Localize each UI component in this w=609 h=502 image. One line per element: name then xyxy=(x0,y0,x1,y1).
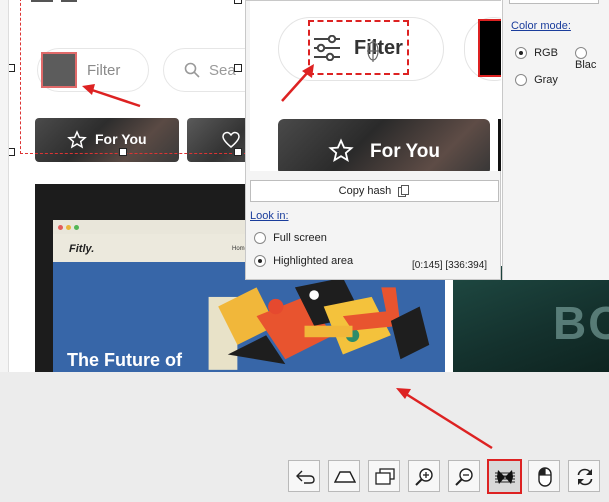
site-logo: Fitly. xyxy=(69,243,95,255)
selection-rectangle[interactable] xyxy=(20,0,247,154)
left-window-edge xyxy=(0,0,9,372)
zoom-in-button[interactable] xyxy=(408,460,440,492)
side-card[interactable]: BO xyxy=(453,266,609,372)
refresh-icon xyxy=(577,468,593,486)
preview-tile-label: For You xyxy=(370,141,441,162)
zoom-out-button[interactable] xyxy=(448,460,480,492)
windows-button[interactable] xyxy=(368,460,400,492)
mouse-button[interactable] xyxy=(528,460,560,492)
refresh-button[interactable] xyxy=(568,460,600,492)
rgb-option[interactable]: RGB xyxy=(515,47,558,60)
radio-button[interactable] xyxy=(515,47,527,60)
zoom-preview: Filter For You xyxy=(250,1,501,171)
resize-handle[interactable] xyxy=(234,64,242,72)
hash-button[interactable] xyxy=(487,459,522,494)
window-dot xyxy=(58,225,63,230)
zoom-in-icon xyxy=(415,468,433,486)
look-in-label: Look in: xyxy=(250,210,289,222)
color-options-panel: Color mode: RGB Blac Gray xyxy=(502,0,609,280)
return-arrow-icon xyxy=(296,470,315,484)
highlighted-area-option[interactable]: Highlighted area xyxy=(254,255,354,268)
gray-option[interactable]: Gray xyxy=(515,74,558,87)
zoom-out-icon xyxy=(455,468,473,486)
back-button[interactable] xyxy=(288,460,320,492)
option-label: Blac xyxy=(575,59,597,72)
resize-handle[interactable] xyxy=(234,148,242,156)
resize-handle[interactable] xyxy=(234,0,242,4)
hero-headline: The Future of xyxy=(67,350,182,370)
preview-masked-block xyxy=(478,19,501,77)
radio-button[interactable] xyxy=(254,255,266,268)
preview-tile-edge xyxy=(498,119,501,171)
option-label: Gray xyxy=(534,74,558,86)
mouse-icon xyxy=(538,467,552,487)
full-screen-option[interactable]: Full screen xyxy=(254,232,327,245)
copy-hash-button[interactable]: Copy hash xyxy=(250,180,499,202)
radio-button[interactable] xyxy=(515,74,527,87)
radio-button[interactable] xyxy=(254,232,266,245)
copy-icon xyxy=(398,185,410,198)
hash-capture-panel: Filter For You Copy hash Look in: Full s… xyxy=(245,0,501,280)
option-label: Full screen xyxy=(273,232,327,244)
stacked-windows-icon xyxy=(375,468,395,485)
dome-shape-icon xyxy=(334,471,356,483)
star-icon xyxy=(328,138,354,162)
side-card-text: BO xyxy=(553,297,609,349)
resize-handle[interactable] xyxy=(9,148,15,156)
black-option[interactable]: Blac xyxy=(575,47,609,71)
window-dot xyxy=(66,225,71,230)
shape-button[interactable] xyxy=(328,460,360,492)
color-mode-label: Color mode: xyxy=(511,20,571,32)
value-field[interactable] xyxy=(509,0,599,4)
preview-selection xyxy=(308,20,409,75)
window-dot xyxy=(74,225,79,230)
option-label: Highlighted area xyxy=(273,255,354,267)
copy-hash-label: Copy hash xyxy=(338,185,392,197)
butterfly-icon xyxy=(495,470,515,484)
resize-handle[interactable] xyxy=(119,148,127,156)
resize-handle[interactable] xyxy=(9,64,15,72)
annotation-arrow xyxy=(396,388,493,450)
hero-illustration xyxy=(208,277,430,370)
option-label: RGB xyxy=(534,47,558,59)
radio-button[interactable] xyxy=(575,47,587,60)
selection-coordinates: [0:145] [336:394] xyxy=(412,260,488,271)
